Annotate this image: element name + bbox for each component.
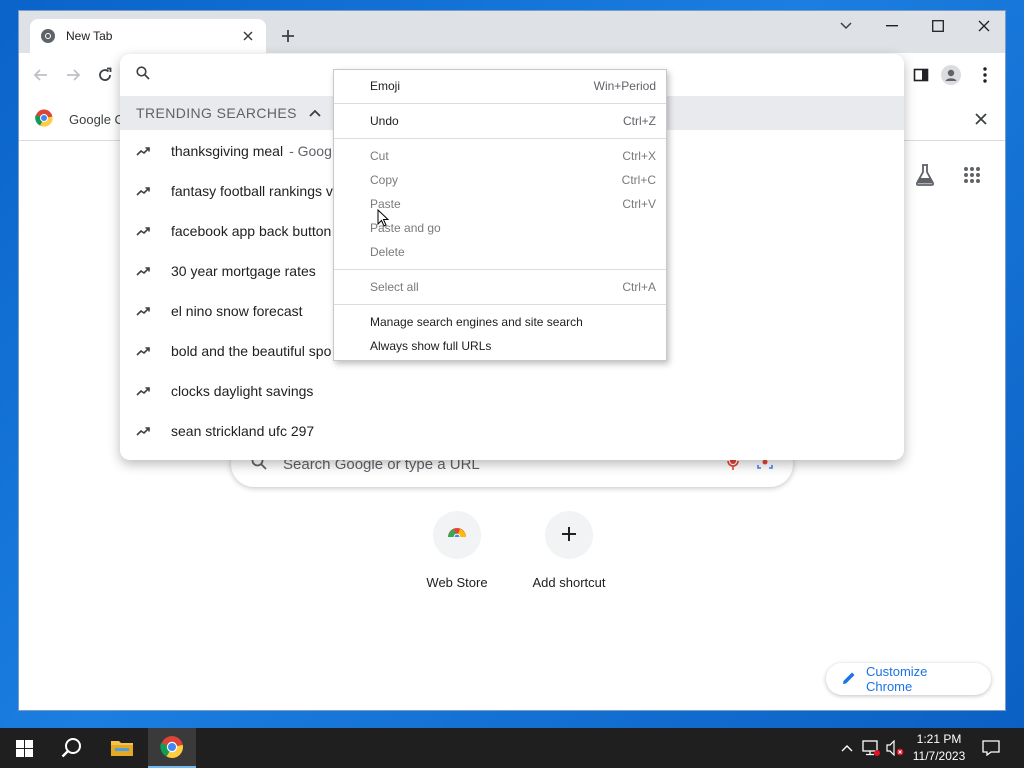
shortcut-label: Web Store	[426, 575, 488, 590]
chrome-favicon-icon	[40, 28, 56, 44]
ctx-delete[interactable]: Delete	[334, 240, 666, 264]
chrome-logo-icon	[35, 109, 53, 130]
new-tab-plus-icon[interactable]	[277, 25, 299, 47]
maximize-icon[interactable]	[915, 11, 961, 41]
taskbar-search-icon[interactable]	[48, 728, 96, 768]
tab-new-tab[interactable]: New Tab	[30, 19, 266, 53]
ctx-shortcut: Win+Period	[593, 79, 656, 93]
suggestion-subtext: - Goog	[289, 143, 332, 159]
clock-date: 11/7/2023	[912, 749, 966, 763]
omnibox-search-icon	[136, 66, 150, 83]
minimize-icon[interactable]	[869, 11, 915, 41]
tab-search-chevron-icon[interactable]	[823, 11, 869, 41]
mouse-cursor-icon	[377, 208, 390, 230]
close-bar-icon[interactable]	[973, 111, 989, 127]
ctx-separator	[334, 138, 666, 139]
close-window-icon[interactable]	[961, 11, 1005, 41]
ctx-separator	[334, 304, 666, 305]
reload-icon[interactable]	[95, 65, 115, 85]
taskbar: 1:21 PM 11/7/2023	[0, 728, 1024, 768]
ctx-label: Always show full URLs	[370, 339, 492, 353]
trending-arrow-icon	[136, 386, 152, 396]
ctx-shortcut: Ctrl+X	[622, 149, 656, 163]
ctx-select-all[interactable]: Select all Ctrl+A	[334, 275, 666, 299]
pencil-icon	[842, 671, 856, 688]
trending-arrow-icon	[136, 186, 152, 196]
ctx-separator	[334, 269, 666, 270]
ctx-label: Cut	[370, 149, 389, 163]
suggestion-text: clocks daylight savings	[171, 383, 314, 399]
ctx-label: Paste and go	[370, 221, 441, 235]
tray-chevron-up-icon[interactable]	[838, 739, 856, 757]
customize-label: Customize Chrome	[866, 664, 928, 694]
ctx-copy[interactable]: Copy Ctrl+C	[334, 168, 666, 192]
ctx-label: Delete	[370, 245, 405, 259]
tab-strip: New Tab	[19, 11, 1005, 53]
notifications-icon[interactable]	[982, 739, 1000, 757]
ctx-manage-search-engines[interactable]: Manage search engines and site search	[334, 310, 666, 334]
ctx-label: Manage search engines and site search	[370, 315, 583, 329]
bookmark-google[interactable]: Google C	[35, 109, 124, 130]
chevron-up-icon[interactable]	[309, 109, 321, 117]
trending-arrow-icon	[136, 146, 152, 156]
file-explorer-folder-icon[interactable]	[98, 728, 146, 768]
plus-icon	[561, 526, 577, 545]
trending-arrow-icon	[136, 266, 152, 276]
bookmark-label: Google C	[69, 112, 124, 127]
ctx-cut[interactable]: Cut Ctrl+X	[334, 144, 666, 168]
web-store-tile	[433, 511, 481, 559]
shortcut-web-store[interactable]: Web Store	[401, 511, 513, 590]
taskbar-clock[interactable]: 1:21 PM 11/7/2023	[902, 731, 976, 765]
ctx-shortcut: Ctrl+C	[621, 173, 656, 187]
ctx-shortcut: Ctrl+A	[622, 280, 656, 294]
ctx-always-show-full-urls[interactable]: Always show full URLs	[334, 334, 666, 358]
trending-arrow-icon	[136, 306, 152, 316]
trending-arrow-icon	[136, 226, 152, 236]
suggestion-text: el nino snow forecast	[171, 303, 303, 319]
suggestion-text: thanksgiving meal	[171, 143, 284, 159]
ctx-emoji[interactable]: Emoji Win+Period	[334, 74, 666, 98]
web-store-icon	[447, 527, 467, 544]
forward-arrow-icon[interactable]	[63, 65, 83, 85]
side-panel-icon[interactable]	[911, 65, 931, 85]
suggestion-text: 30 year mortgage rates	[171, 263, 316, 279]
ctx-label: Emoji	[370, 79, 401, 93]
ctx-label: Copy	[370, 173, 399, 187]
customize-chrome-button[interactable]: Customize Chrome	[826, 663, 991, 695]
ctx-shortcut: Ctrl+Z	[623, 114, 656, 128]
profile-avatar-icon[interactable]	[941, 65, 961, 85]
ctx-label: Paste	[370, 197, 401, 211]
menu-kebab-icon[interactable]	[975, 65, 995, 85]
ctx-shortcut: Ctrl+V	[622, 197, 656, 211]
suggestion-text: fantasy football rankings v	[171, 183, 333, 199]
back-arrow-icon[interactable]	[31, 65, 51, 85]
suggestion-item[interactable]: clocks daylight savings	[120, 371, 904, 411]
suggestion-text: bold and the beautiful spo	[171, 343, 332, 359]
clock-time: 1:21 PM	[916, 732, 962, 746]
shortcut-label: Add shortcut	[532, 575, 606, 590]
ctx-label: Undo	[370, 114, 399, 128]
labs-flask-icon[interactable]	[913, 163, 937, 187]
trending-arrow-icon	[136, 346, 152, 356]
close-tab-icon[interactable]	[240, 28, 256, 44]
trending-arrow-icon	[136, 426, 152, 436]
suggestion-item[interactable]: sean strickland ufc 297	[120, 411, 904, 451]
suggestion-text: sean strickland ufc 297	[171, 423, 315, 439]
ctx-undo[interactable]: Undo Ctrl+Z	[334, 109, 666, 133]
trending-header-label: TRENDING SEARCHES	[136, 105, 297, 121]
network-icon[interactable]	[862, 739, 880, 757]
shortcut-add[interactable]: Add shortcut	[513, 511, 625, 590]
add-shortcut-tile	[545, 511, 593, 559]
ctx-separator	[334, 103, 666, 104]
taskbar-chrome-icon[interactable]	[148, 728, 196, 768]
start-windows-icon[interactable]	[0, 728, 48, 768]
suggestion-text: facebook app back button	[171, 223, 332, 239]
tab-title: New Tab	[66, 29, 113, 43]
google-apps-grid-icon[interactable]	[960, 163, 984, 187]
ctx-label: Select all	[370, 280, 419, 294]
